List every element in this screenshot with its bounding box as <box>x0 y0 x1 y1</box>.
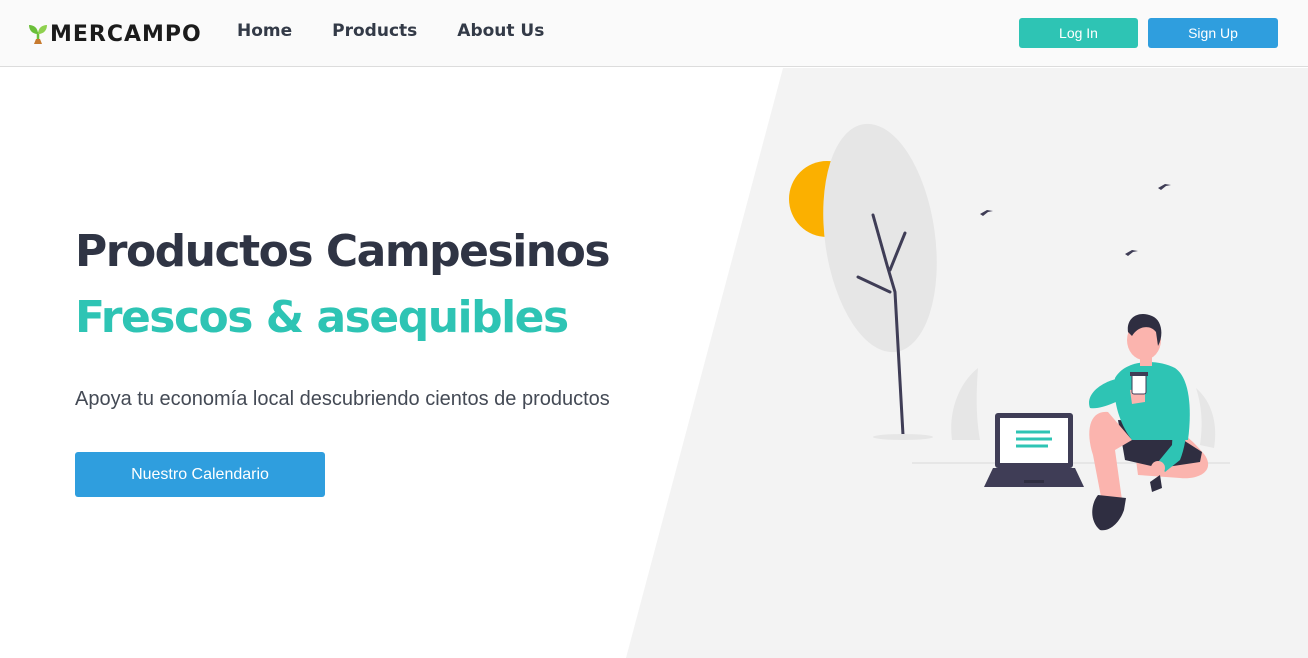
brand-logo[interactable]: MERCAMPO <box>28 20 202 48</box>
bird-icon <box>1125 250 1138 256</box>
nav-link-about-us[interactable]: About Us <box>457 21 544 41</box>
laptop-base <box>984 468 1084 487</box>
nav-menu: Home Products About Us <box>237 21 584 41</box>
bird-icon <box>1158 184 1171 190</box>
bird-icon <box>980 210 993 216</box>
hero-title: Productos Campesinos <box>75 226 611 277</box>
nav-link-products[interactable]: Products <box>332 21 417 41</box>
hero-title-accent: Frescos & asequibles <box>75 292 569 343</box>
login-button[interactable]: Log In <box>1019 18 1138 48</box>
hero-illustration <box>789 123 1230 531</box>
hero-subtitle: Apoya tu economía local descubriendo cie… <box>75 388 610 410</box>
signup-button[interactable]: Sign Up <box>1148 18 1278 48</box>
brand-name: MERCAMPO <box>50 21 202 47</box>
calendar-button[interactable]: Nuestro Calendario <box>75 452 325 497</box>
nav-link-home[interactable]: Home <box>237 21 292 41</box>
navbar: MERCAMPO Home Products About Us Log In S… <box>0 0 1308 67</box>
sprout-icon <box>29 25 47 44</box>
coffee-cup <box>1131 373 1147 395</box>
